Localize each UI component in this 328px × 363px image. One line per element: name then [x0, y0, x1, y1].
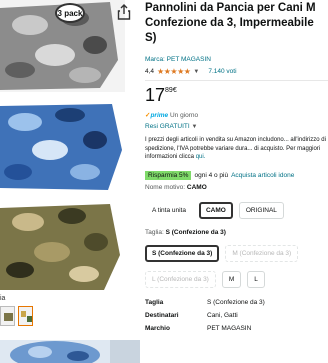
price-info-body: I prezzi degli articoli in vendita su Am…: [145, 137, 326, 160]
thumbnail-strip: [0, 306, 33, 326]
pattern-label-text: Nome motivo:: [145, 184, 186, 191]
lifestyle-photo[interactable]: [0, 340, 140, 363]
free-returns-text: Resi GRATUITI: [145, 123, 190, 130]
savings-text: ogni 4 o più: [194, 172, 229, 179]
ratings-count-link[interactable]: 7.140 voti: [208, 68, 236, 75]
chevron-down-icon[interactable]: ▼: [193, 69, 199, 75]
size-selected-value: S (Confezione da 3): [165, 229, 226, 236]
pattern-option-original[interactable]: ORIGINAL: [238, 202, 284, 219]
prime-logo: prime: [150, 112, 169, 119]
divider: [145, 80, 328, 81]
product-photo-blue-camo[interactable]: [0, 100, 125, 192]
spec-row: Marchio PET MAGASIN: [145, 322, 265, 335]
size-options-row-2: L (Confezione da 3) M L: [145, 271, 265, 288]
product-title[interactable]: Pannolini da Pancia per Cani M Confezion…: [145, 1, 316, 46]
price-whole: 17: [145, 85, 166, 105]
size-label: Taglia: S (Confezione da 3): [145, 229, 226, 236]
title-line-1: Pannolini da Pancia per Cani M: [145, 2, 316, 14]
title-line-3: S): [145, 32, 157, 44]
size-options-row-1: S (Confezione da 3) M (Confezione da 3): [145, 245, 299, 262]
price: 1789€: [145, 85, 177, 106]
spec-value: S (Confezione da 3): [207, 299, 265, 306]
thumbnail-1[interactable]: [0, 306, 15, 326]
spec-key: Taglia: [145, 299, 164, 306]
pattern-option-solid[interactable]: A tinta unita: [145, 202, 193, 219]
spec-value: Cani, Gatti: [207, 312, 238, 319]
gallery-caption: ia: [0, 295, 6, 302]
savings-row: Risparmia 5% ogni 4 o più Acquista artic…: [145, 171, 294, 180]
title-line-2: Confezione da 3, Impermeabile: [145, 17, 314, 29]
size-label-text: Taglia:: [145, 229, 164, 236]
savings-badge: Risparmia 5%: [145, 171, 192, 180]
size-option-m-pack[interactable]: M (Confezione da 3): [225, 245, 299, 262]
share-icon[interactable]: [117, 4, 131, 20]
pattern-option-camo[interactable]: CAMO: [198, 202, 233, 219]
size-option-l-pack[interactable]: L (Confezione da 3): [145, 271, 216, 288]
spec-row: Taglia S (Confezione da 3): [145, 296, 265, 309]
spec-key: Destinatari: [145, 312, 179, 319]
pack-badge-text: 3 pack: [57, 8, 83, 18]
spec-value: PET MAGASIN: [207, 325, 252, 332]
price-info-text: I prezzi degli articoli in vendita su Am…: [145, 136, 328, 162]
price-info-link[interactable]: qui.: [196, 154, 206, 160]
size-option-l[interactable]: L: [247, 271, 265, 288]
spec-key: Marchio: [145, 325, 170, 332]
spec-table: Taglia S (Confezione da 3) Destinatari C…: [145, 296, 265, 335]
size-option-s[interactable]: S (Confezione da 3): [145, 245, 220, 262]
eligible-items-link[interactable]: Acquista articoli idone: [231, 172, 294, 179]
rating-value: 4,4: [145, 68, 155, 75]
pattern-selected-value: CAMO: [186, 184, 207, 191]
spec-row: Destinatari Cani, Gatti: [145, 309, 265, 322]
pattern-name-label: Nome motivo: CAMO: [145, 184, 207, 191]
pack-badge: 3 pack: [55, 3, 85, 23]
price-fraction: 89€: [165, 87, 177, 94]
star-rating-icon[interactable]: ★★★★★: [157, 67, 191, 76]
prime-delivery-text: Un giorno: [169, 112, 199, 119]
image-gallery: 3 pack ia: [0, 0, 140, 363]
thumbnail-2[interactable]: [18, 306, 33, 326]
product-details: Pannolini da Pancia per Cani M Confezion…: [145, 0, 328, 363]
pattern-options: A tinta unita CAMO ORIGINAL: [145, 202, 284, 219]
free-returns-link[interactable]: Resi GRATUITI ▼: [145, 123, 197, 130]
size-option-m[interactable]: M: [221, 271, 242, 288]
chevron-down-icon: ▼: [191, 124, 198, 130]
prime-delivery: ✓prime Un giorno: [145, 111, 198, 119]
product-photo-green-camo[interactable]: [0, 200, 125, 292]
rating-row: 4,4 ★★★★★ ▼ 7.140 voti: [145, 67, 237, 76]
brand-link[interactable]: Marca: PET MAGASIN: [145, 56, 211, 63]
